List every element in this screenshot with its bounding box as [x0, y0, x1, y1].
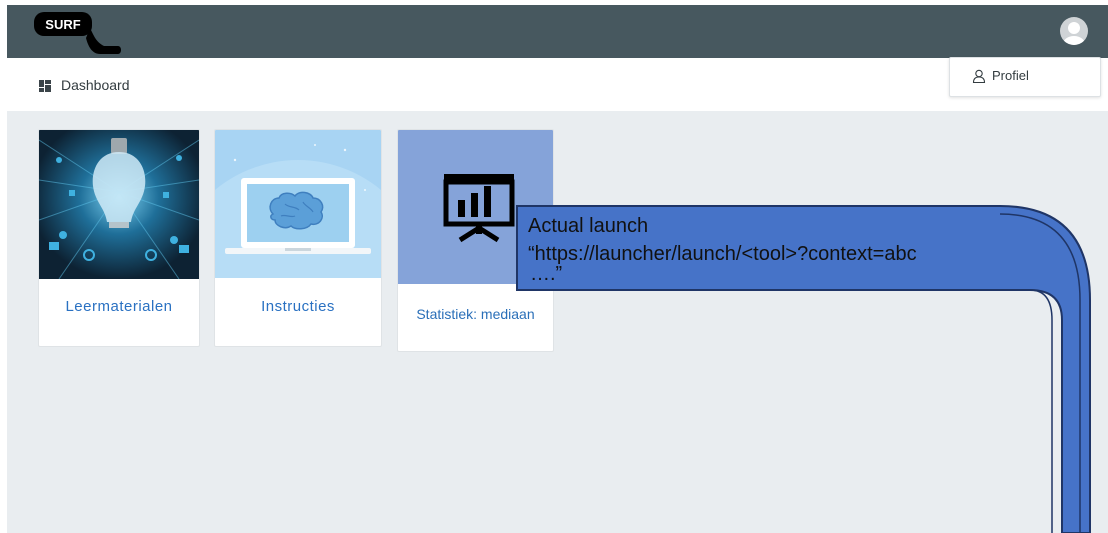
presentation-chart-icon: [443, 174, 515, 243]
annotation-line-1: Actual launch: [528, 215, 649, 237]
logo-text: SURF: [45, 17, 80, 32]
annotation-callout: Actual launch “https://launcher/launch/<…: [528, 212, 917, 288]
sub-navigation-bar: Dashboard: [7, 58, 1108, 111]
annotation-line-2: “https://launcher/launch/<tool>?context=…: [528, 243, 917, 265]
dashboard-grid-icon: [39, 80, 51, 92]
surf-logo[interactable]: SURF: [34, 8, 124, 56]
card-title[interactable]: Statistiek: mediaan: [398, 306, 553, 322]
user-outline-icon: [972, 69, 986, 83]
profile-menu-item[interactable]: Profiel: [992, 68, 1029, 83]
user-avatar-icon[interactable]: [1060, 17, 1088, 45]
dashboard-link[interactable]: Dashboard: [61, 77, 130, 93]
top-bar: SURF: [7, 5, 1108, 58]
card-title[interactable]: Instructies: [215, 298, 381, 315]
lightbulb-illustration: [39, 130, 199, 280]
card-leermaterialen[interactable]: Leermaterialen: [38, 129, 200, 347]
brain-laptop-illustration: [215, 130, 381, 346]
card-title[interactable]: Leermaterialen: [39, 298, 199, 315]
profile-dropdown[interactable]: Profiel: [949, 57, 1101, 97]
card-instructies[interactable]: Instructies: [214, 129, 382, 347]
